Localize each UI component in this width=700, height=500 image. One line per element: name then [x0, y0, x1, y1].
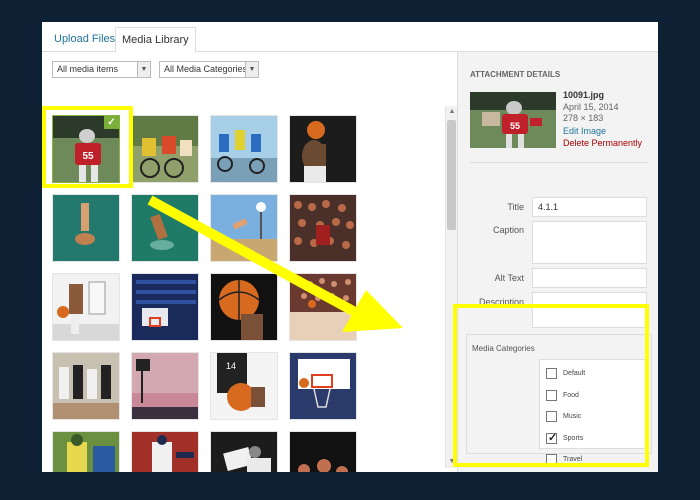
- media-categories-highlight: [453, 304, 649, 467]
- selected-thumbnail-highlight: [42, 106, 133, 188]
